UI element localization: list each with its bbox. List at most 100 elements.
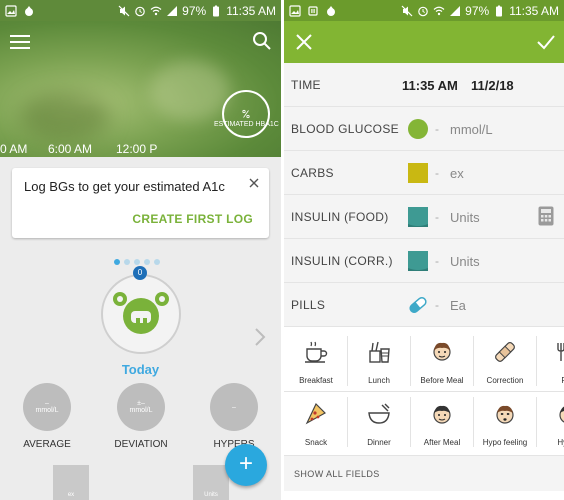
tag-label: Hyper [557, 438, 564, 447]
tag-label: Fas [561, 376, 564, 385]
pause-icon [308, 5, 318, 16]
blood-glucose-input[interactable]: mmol/L [450, 122, 493, 137]
field-dash: - [435, 122, 439, 136]
alarm-icon [418, 6, 428, 16]
deviation-circle: ±– mmol/L [117, 383, 165, 431]
field-label: INSULIN (FOOD) [291, 210, 389, 224]
field-dash: - [435, 254, 439, 268]
status-bar: 97% 11:35 AM [0, 0, 281, 21]
clock: 11:35 AM [509, 3, 559, 18]
tag-grid: Breakfast Lunch Before Meal Correction F… [284, 331, 564, 451]
tag-lunch[interactable]: Lunch [348, 331, 410, 389]
close-icon[interactable] [294, 32, 314, 52]
hypers-stat[interactable]: – HYPERS [194, 383, 274, 450]
axis-tick: 6:00 AM [48, 142, 93, 156]
tag-label: Hypo feeling [482, 438, 528, 447]
carbs-square: ex [53, 465, 89, 500]
field-dash: - [435, 298, 439, 312]
field-label: PILLS [291, 298, 326, 312]
date-value[interactable]: 11/2/18 [471, 78, 514, 93]
insulin-corr-input[interactable]: Units [450, 254, 480, 269]
pills-row[interactable]: PILLS - Ea [284, 283, 564, 327]
tag-correction[interactable]: Correction [474, 331, 536, 389]
clock: 11:35 AM [226, 3, 276, 18]
time-label: TIME [291, 78, 321, 92]
hyper-face-icon [559, 406, 564, 423]
deviation-stat[interactable]: ±– mmol/L DEVIATION [101, 383, 181, 450]
day-label: Today [121, 362, 160, 377]
page-dot [114, 259, 120, 265]
battery-icon [213, 5, 220, 16]
monster-avatar[interactable] [101, 274, 181, 354]
blood-glucose-row[interactable]: BLOOD GLUCOSE - mmol/L [284, 107, 564, 151]
show-all-fields-button[interactable]: SHOW ALL FIELDS [284, 455, 564, 491]
tag-after-meal[interactable]: After Meal [411, 393, 473, 451]
entry-toolbar [284, 21, 564, 63]
log-entry-screen: 97% 11:35 AM TIME 11:35 AM 11/2/18 BLOOD… [284, 0, 564, 500]
alarm-icon [135, 6, 145, 16]
tag-label: Before Meal [420, 376, 464, 385]
close-icon[interactable] [249, 178, 259, 188]
field-dash: - [435, 210, 439, 224]
insulin-corr-icon [408, 251, 428, 271]
coffee-cup-icon [305, 341, 328, 363]
insulin-food-row[interactable]: INSULIN (FOOD) - Units [284, 195, 564, 239]
page-dot [154, 259, 160, 265]
tag-dinner[interactable]: Dinner [348, 393, 410, 451]
insulin-food-input[interactable]: Units [450, 210, 480, 225]
tag-hypo-feeling[interactable]: Hypo feeling [474, 393, 536, 451]
search-icon[interactable] [252, 31, 272, 51]
battery-icon [496, 5, 503, 16]
bg-chart-area[interactable]: 0 AM 6:00 AM 12:00 P [0, 21, 281, 157]
add-log-button[interactable]: + [225, 444, 267, 486]
hamburger-menu-icon[interactable] [10, 35, 30, 49]
time-row[interactable]: TIME 11:35 AM 11/2/18 [284, 63, 564, 107]
stat-unit: mmol/L [129, 407, 153, 414]
pills-input[interactable]: Ea [450, 298, 466, 313]
carbs-row[interactable]: CARBS - ex [284, 151, 564, 195]
time-value[interactable]: 11:35 AM [402, 78, 458, 93]
tag-label: After Meal [423, 438, 461, 447]
bowl-icon [368, 403, 390, 424]
tag-breakfast[interactable]: Breakfast [285, 331, 347, 389]
battery-percent: 97% [465, 3, 490, 18]
app-drop-icon [327, 5, 335, 16]
tag-hyper-feeling[interactable]: Hyper [537, 393, 564, 451]
show-all-fields-label: SHOW ALL FIELDS [294, 469, 380, 479]
battery-percent: 97% [182, 3, 207, 18]
page-dot [134, 259, 140, 265]
carbs-square-icon [408, 163, 428, 183]
hypers-circle: – [210, 383, 258, 431]
girl-face-icon [433, 342, 451, 361]
field-label: BLOOD GLUCOSE [291, 122, 399, 136]
gallery-icon [5, 4, 17, 17]
signal-icon [450, 5, 461, 16]
axis-tick: 12:00 P [116, 142, 158, 156]
calculator-icon[interactable] [538, 206, 554, 226]
monster-icon [113, 292, 169, 334]
tag-snack[interactable]: Snack [285, 393, 347, 451]
page-dot [124, 259, 130, 265]
carbs-input[interactable]: ex [450, 166, 464, 181]
check-icon[interactable] [536, 32, 556, 52]
wifi-icon [433, 6, 445, 15]
create-first-log-button[interactable]: CREATE FIRST LOG [132, 212, 253, 226]
tag-label: Dinner [367, 438, 391, 447]
tag-before-meal[interactable]: Before Meal [411, 331, 473, 389]
page-dot [144, 259, 150, 265]
axis-tick: 0 AM [0, 142, 28, 156]
average-stat[interactable]: – mmol/L AVERAGE [7, 383, 87, 450]
tag-label: Snack [304, 438, 328, 447]
estimated-hba1c-ring[interactable] [222, 90, 270, 138]
signal-icon [167, 5, 178, 16]
boy-face-icon [433, 405, 451, 424]
insulin-food-icon [408, 207, 428, 227]
lunch-icon [369, 341, 390, 363]
chevron-right-icon[interactable] [253, 327, 267, 347]
insulin-corr-row[interactable]: INSULIN (CORR.) - Units [284, 239, 564, 283]
field-label: CARBS [291, 166, 334, 180]
estimated-hba1c-label: ESTIMATED HBA1C [214, 121, 279, 128]
tag-label: Lunch [368, 376, 390, 385]
tag-fasting[interactable]: Fas [537, 331, 564, 389]
blood-glucose-circle-icon [408, 119, 428, 139]
